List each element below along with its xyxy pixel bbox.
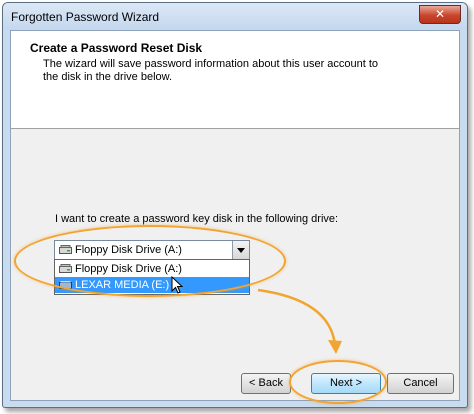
mouse-pointer-icon	[171, 276, 183, 294]
annotation-arrow	[257, 288, 342, 354]
